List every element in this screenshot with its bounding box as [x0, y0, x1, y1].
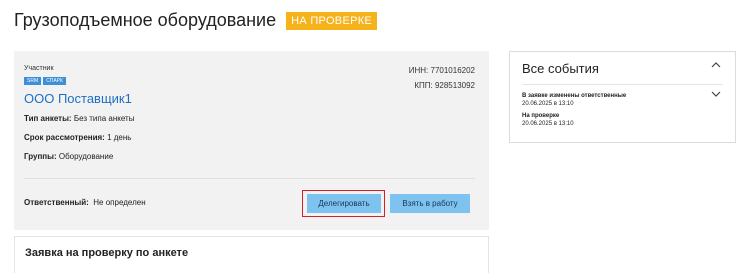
groups-value: Оборудование	[58, 152, 114, 161]
events-panel: Все события В заявке изменены ответствен…	[509, 51, 736, 143]
event-item: На проверке 20.06.2025 в 13:10	[522, 112, 574, 128]
participant-card: Участник SRM СПАРК ООО Поставщик1 ИНН: 7…	[14, 51, 489, 230]
responsible-label: Ответственный:	[24, 198, 89, 207]
tag-srm: SRM	[24, 77, 42, 85]
responsible-value: Не определен	[93, 198, 146, 207]
responsible-row: Ответственный: Не определен	[24, 198, 146, 207]
events-divider	[522, 84, 723, 85]
chevron-down-icon[interactable]	[711, 90, 721, 100]
event-item: В заявке изменены ответственные 20.06.20…	[522, 92, 626, 108]
event-date: 20.06.2025 в 13:10	[522, 101, 574, 107]
tag-spark: СПАРК	[43, 77, 66, 85]
events-title: Все события	[522, 61, 599, 76]
groups-label: Группы:	[24, 152, 57, 161]
take-to-work-button[interactable]: Взять в работу	[390, 194, 470, 213]
inn-text: ИНН: 7701016202	[408, 66, 475, 75]
participant-tags: SRM СПАРК	[24, 77, 66, 85]
supplier-name-link[interactable]: ООО Поставщик1	[24, 91, 132, 106]
form-type-label: Тип анкеты:	[24, 114, 72, 123]
form-type-value: Без типа анкеты	[73, 114, 135, 123]
kpp-text: КПП: 928513092	[414, 81, 475, 90]
review-term-label: Срок рассмотрения:	[24, 133, 105, 142]
delegate-button[interactable]: Делегировать	[307, 194, 381, 213]
event-date: 20.06.2025 в 13:10	[522, 121, 574, 127]
request-title: Заявка на проверку по анкете	[25, 247, 189, 259]
event-title: В заявке изменены ответственные	[522, 93, 627, 99]
chevron-up-icon[interactable]	[711, 60, 721, 71]
groups-row: Группы: Оборудование	[24, 152, 113, 161]
request-card: Заявка на проверку по анкете	[14, 236, 489, 273]
page-title: Грузоподъемное оборудование	[14, 10, 277, 30]
review-term-value: 1 день	[107, 133, 132, 142]
review-term-row: Срок рассмотрения: 1 день	[24, 133, 131, 142]
status-badge: НА ПРОВЕРКЕ	[286, 11, 378, 30]
event-title: На проверке	[522, 113, 560, 119]
form-type-row: Тип анкеты: Без типа анкеты	[24, 114, 134, 123]
page-header: Грузоподъемное оборудование НА ПРОВЕРКЕ	[14, 10, 378, 31]
participant-label: Участник	[24, 65, 54, 72]
card-divider	[24, 178, 475, 179]
